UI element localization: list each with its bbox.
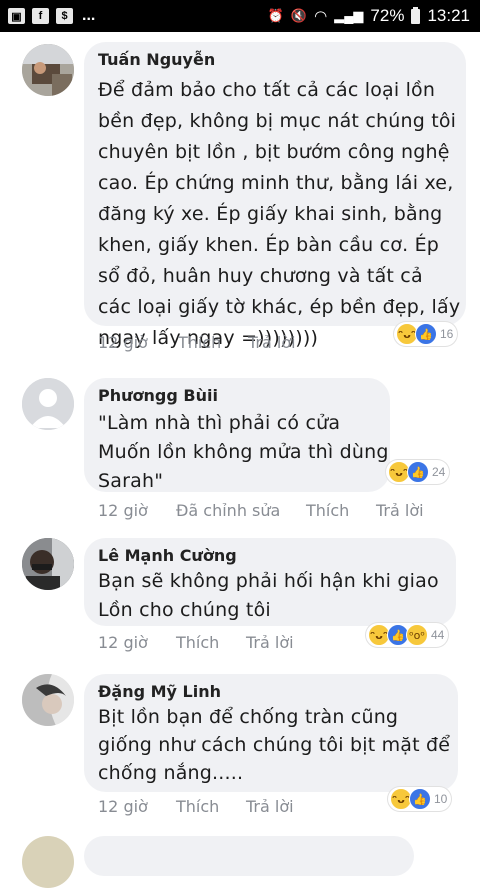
- comment-line: Bịt lồn bạn để chống tràn cũng: [98, 706, 399, 728]
- reply-button[interactable]: Trả lời: [248, 333, 296, 352]
- comment-line: Để đảm bảo cho tất cả các loại lồn: [98, 79, 436, 101]
- alarm-icon: ⏰: [267, 8, 284, 23]
- image-icon: ▣: [8, 8, 25, 24]
- avatar[interactable]: [22, 674, 74, 726]
- notification-overflow: ...: [82, 7, 96, 24]
- signal-icon: ▂▄▆: [334, 8, 364, 23]
- facebook-icon: f: [32, 8, 49, 24]
- comment-line: sổ đỏ, huân huy chương và tất cả: [98, 265, 423, 287]
- mute-icon: 🔇: [290, 8, 308, 23]
- wifi-icon: ◠: [314, 8, 328, 25]
- reactions-summary[interactable]: ᵔᴗᵔ 👍 10: [388, 787, 452, 811]
- comment-line: cao. Ép chứng minh thư, bằng lái xe,: [98, 172, 454, 194]
- like-button[interactable]: Thích: [176, 797, 219, 816]
- comment-text: Bịt lồn bạn để chống tràn cũng giống như…: [98, 703, 450, 787]
- avatar-photo: [22, 538, 74, 590]
- default-avatar-icon: [22, 378, 74, 430]
- comment-bubble[interactable]: Tuấn Nguyễn Để đảm bảo cho tất cả các lo…: [84, 42, 466, 349]
- comment-line: Lồn cho chúng tôi: [98, 599, 271, 621]
- wow-reaction-icon: ᵒoᵒ: [406, 624, 428, 646]
- comment-bubble[interactable]: Phươngg Bùii "Làm nhà thì phải có cửa Mu…: [84, 378, 390, 492]
- comment-time: 12 giờ: [98, 333, 148, 352]
- comment-line: Muốn lồn không mửa thì dùng: [98, 441, 389, 463]
- dollar-icon: $: [56, 8, 73, 24]
- avatar[interactable]: [22, 44, 74, 96]
- reaction-count: 16: [440, 327, 454, 341]
- comment-text: "Làm nhà thì phải có cửa Muốn lồn không …: [98, 409, 389, 496]
- status-bar: ▣ f $ ... ⏰ 🔇 ◠ ▂▄▆ 72% 13:21: [0, 0, 480, 32]
- comment-line: chuyên bịt lồn , bịt bướm công nghệ: [98, 141, 450, 163]
- commenter-name[interactable]: Tuấn Nguyễn: [98, 50, 215, 69]
- like-button[interactable]: Thích: [178, 333, 221, 352]
- like-button[interactable]: Thích: [176, 633, 219, 652]
- reaction-count: 10: [434, 792, 448, 806]
- comment-line: đăng ký xe. Ép giấy khai sinh, bằng: [98, 203, 443, 225]
- reply-button[interactable]: Trả lời: [376, 501, 424, 520]
- clock: 13:21: [427, 6, 470, 25]
- avatar[interactable]: [22, 378, 74, 430]
- status-bar-left: ▣ f $ ...: [8, 6, 95, 26]
- reactions-summary[interactable]: ᵔᴗᵔ 👍 ᵒoᵒ 44: [366, 623, 449, 647]
- comment-line: bền đẹp, không bị mục nát chúng tôi: [98, 110, 457, 132]
- avatar[interactable]: [22, 538, 74, 590]
- comment-text: Bạn sẽ không phải hối hận khi giao Lồn c…: [98, 567, 439, 625]
- like-reaction-icon: 👍: [409, 788, 431, 810]
- comment-time: 12 giờ: [98, 797, 148, 816]
- status-bar-right: ⏰ 🔇 ◠ ▂▄▆ 72% 13:21: [268, 4, 470, 28]
- like-button[interactable]: Thích: [306, 501, 349, 520]
- comment-line: chống nắng.....: [98, 762, 244, 784]
- commenter-name[interactable]: Phươngg Bùii: [98, 386, 218, 405]
- avatar-photo: [22, 674, 74, 726]
- battery-icon: [411, 6, 421, 24]
- comment-line: "Làm nhà thì phải có cửa: [98, 412, 341, 434]
- comment-line: các loại giấy tờ khác, ép bền đẹp, lấy: [98, 296, 461, 318]
- comment-text: Để đảm bảo cho tất cả các loại lồn bền đ…: [98, 75, 460, 354]
- avatar-photo: [22, 44, 74, 96]
- reaction-count: 24: [432, 465, 446, 479]
- comment-time: 12 giờ: [98, 633, 148, 652]
- reply-button[interactable]: Trả lời: [246, 797, 294, 816]
- comment-line: Bạn sẽ không phải hối hận khi giao: [98, 570, 439, 592]
- edited-label: Đã chỉnh sửa: [176, 501, 281, 520]
- comment-line: Sarah": [98, 470, 164, 492]
- comment-bubble[interactable]: Lê Mạnh Cường Bạn sẽ không phải hối hận …: [84, 538, 456, 626]
- comment-bubble[interactable]: Đặng Mỹ Linh Bịt lồn bạn để chống tràn c…: [84, 674, 458, 792]
- next-comment-avatar[interactable]: [22, 836, 74, 888]
- comment-line: giống như cách chúng tôi bịt mặt để: [98, 734, 451, 756]
- reactions-summary[interactable]: ᵔᴗᵔ 👍 16: [394, 322, 458, 346]
- next-comment-bubble[interactable]: [84, 836, 414, 876]
- like-reaction-icon: 👍: [407, 461, 429, 483]
- comment-line: khen, giấy khen. Ép bàn cầu cơ. Ép: [98, 234, 440, 256]
- reply-button[interactable]: Trả lời: [246, 633, 294, 652]
- commenter-name[interactable]: Đặng Mỹ Linh: [98, 682, 221, 701]
- comment-time: 12 giờ: [98, 501, 148, 520]
- reactions-summary[interactable]: ᵔᴗᵔ 👍 24: [386, 460, 450, 484]
- commenter-name[interactable]: Lê Mạnh Cường: [98, 546, 237, 565]
- battery-percent: 72%: [370, 6, 405, 25]
- reaction-count: 44: [431, 628, 445, 642]
- like-reaction-icon: 👍: [415, 323, 437, 345]
